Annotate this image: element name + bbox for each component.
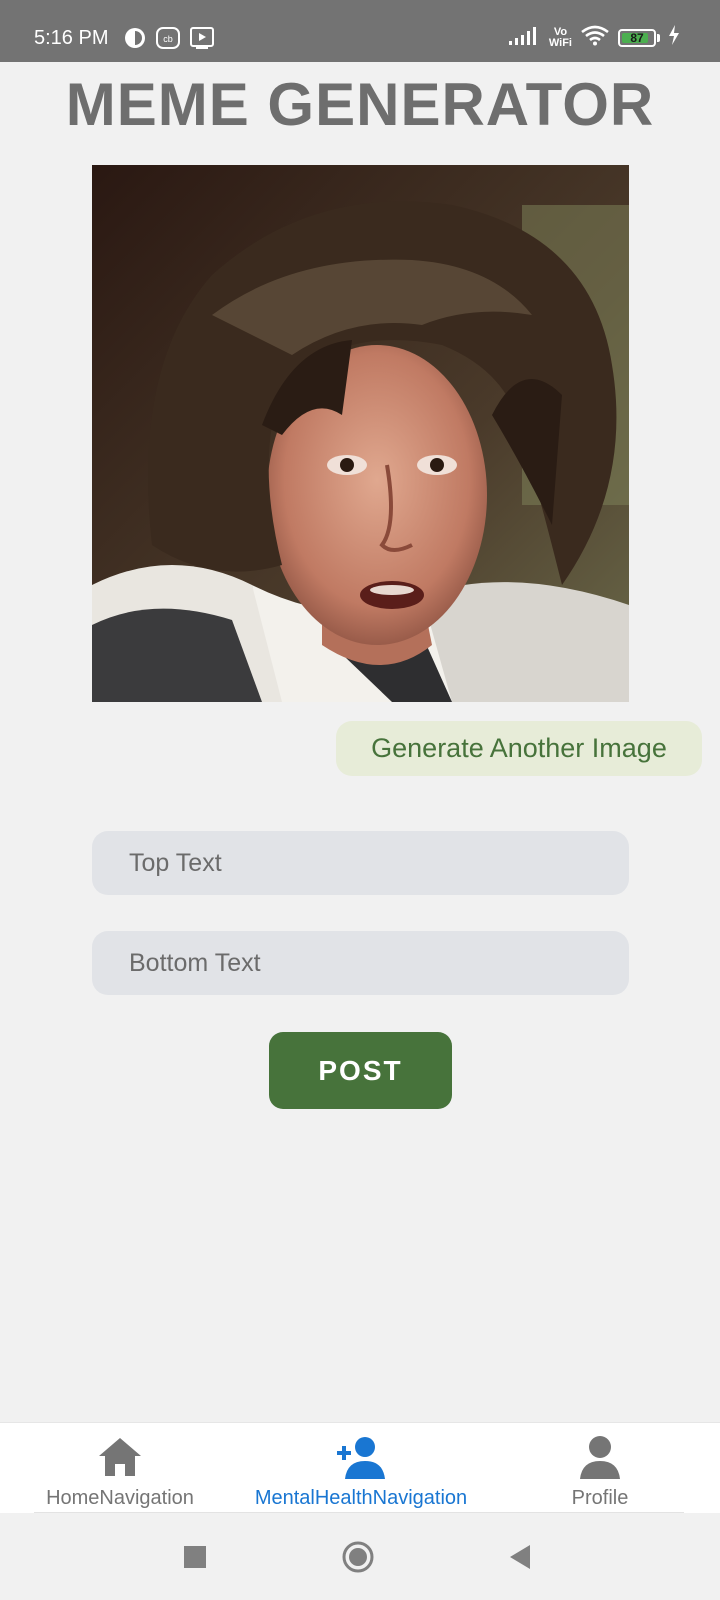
nav-item-mental-health[interactable]: MentalHealthNavigation [238, 1423, 484, 1513]
status-left-icons: cb [124, 27, 214, 54]
post-button[interactable]: POST [269, 1032, 452, 1109]
top-text-input[interactable] [92, 831, 629, 895]
battery-icon: 87 [618, 28, 656, 47]
nav-label-home: HomeNavigation [46, 1487, 194, 1509]
nav-label-profile: Profile [571, 1487, 629, 1509]
screen-icon [190, 27, 214, 54]
meme-image [92, 165, 629, 702]
recents-button[interactable] [165, 1513, 225, 1600]
wifi-icon [580, 24, 610, 51]
status-time: 5:16 PM [34, 27, 109, 49]
nav-item-home[interactable]: HomeNavigation [30, 1423, 210, 1513]
signal-icon [508, 25, 541, 50]
back-icon [510, 1544, 530, 1569]
vowifi-bottom: WiFi [548, 36, 572, 49]
meme-photo-illustration [92, 165, 629, 702]
status-bar: 5:16 PM cb Vo WiFi 87 [0, 0, 720, 62]
battery-nub [657, 33, 660, 42]
nav-label-mental-health: MentalHealthNavigation [254, 1487, 468, 1509]
recents-icon [184, 1545, 206, 1568]
battery-percent: 87 [630, 30, 644, 45]
bottom-navigation: HomeNavigation MentalHealthNavigation Pr… [0, 1422, 720, 1513]
app-icon [124, 27, 146, 54]
person-icon [580, 1433, 620, 1481]
generate-another-image-button[interactable]: Generate Another Image [336, 721, 702, 776]
home-icon [97, 1433, 143, 1481]
page-title: MEME GENERATOR [65, 71, 655, 138]
back-button[interactable] [490, 1513, 550, 1600]
charging-icon [668, 25, 680, 50]
home-button[interactable] [328, 1513, 388, 1600]
home-circle-icon [342, 1541, 374, 1572]
bottom-text-input[interactable] [92, 931, 629, 995]
add-person-icon [337, 1433, 385, 1481]
cb-icon: cb [156, 27, 180, 54]
svg-text:cb: cb [163, 34, 173, 44]
nav-item-profile[interactable]: Profile [540, 1423, 660, 1513]
system-navigation-bar [0, 1513, 720, 1600]
status-right: Vo WiFi 87 [508, 24, 680, 51]
vowifi-label: Vo WiFi [548, 26, 572, 49]
